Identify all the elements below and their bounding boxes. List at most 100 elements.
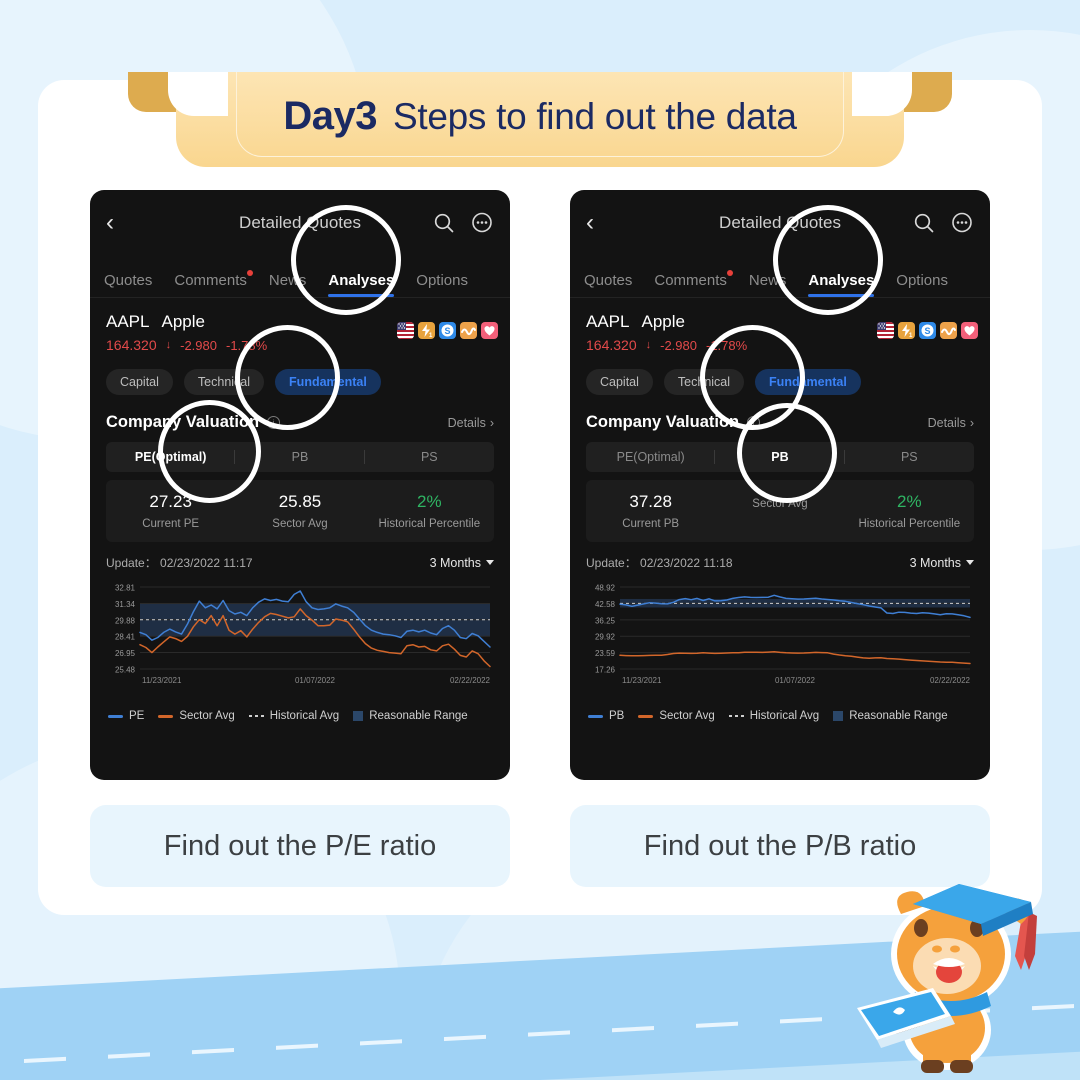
legend-item: Sector Avg — [638, 710, 715, 722]
back-button[interactable]: ‹ — [106, 211, 132, 235]
details-link[interactable]: Details › — [448, 416, 494, 430]
section-title: Company Valuation — [586, 413, 740, 431]
analysis-segments: Capital Technical Fundamental — [90, 353, 510, 395]
legend-label: Historical Avg — [269, 710, 340, 722]
info-icon[interactable]: i — [267, 416, 281, 429]
valuation-tab-pb[interactable]: PB — [715, 442, 845, 472]
legend-square-marker — [833, 711, 844, 721]
nav-actions — [432, 211, 494, 235]
segment-fundamental[interactable]: Fundamental — [275, 369, 381, 395]
stat-label: Historical Percentile — [378, 518, 481, 530]
stat-cell: 27.23 Current PE — [106, 492, 235, 530]
tab-news[interactable]: News — [269, 272, 307, 297]
tab-quotes[interactable]: Quotes — [104, 272, 152, 297]
us-flag-icon — [877, 322, 894, 339]
phone-panel-left: ‹ Detailed Quotes Quotes Comments News Analys… — [90, 190, 510, 780]
segment-capital[interactable]: Capital — [106, 369, 173, 395]
legend-label: Reasonable Range — [369, 710, 468, 722]
banner-text: Day3 Steps to find out the data — [128, 72, 952, 167]
down-arrow-icon: ↓ — [165, 339, 172, 351]
chart-container: 32.81 31.34 29.88 28.41 26.95 25.48 11/23/2021… — [90, 581, 510, 696]
waveform-icon — [460, 322, 477, 339]
segment-fundamental[interactable]: Fundamental — [755, 369, 861, 395]
stat-cell: 2% Historical Percentile — [845, 492, 974, 530]
legend-item: Reasonable Range — [833, 710, 948, 722]
details-link[interactable]: Details › — [928, 416, 974, 430]
segment-capital[interactable]: Capital — [586, 369, 653, 395]
valuation-tabs: PE(Optimal) PB PS — [586, 442, 974, 472]
legend-label: PE — [129, 710, 145, 722]
pb-chart: 48.92 42.58 36.25 29.92 23.59 17.26 11/23/2021… — [595, 584, 971, 685]
stat-label: Current PE — [142, 518, 200, 530]
more-dots-icon[interactable] — [950, 211, 974, 235]
legend-line-marker — [158, 714, 174, 718]
pe-chart: 32.81 31.34 29.88 28.41 26.95 25.48 11/23/2021… — [115, 584, 491, 685]
tab-comments[interactable]: Comments — [174, 270, 253, 297]
valuation-tab-pb[interactable]: PB — [235, 442, 365, 472]
legend-item: Historical Avg — [248, 710, 340, 722]
chevron-down-icon — [486, 560, 494, 565]
stock-change-percent: -1.78% — [705, 337, 748, 353]
tab-options[interactable]: Options — [416, 272, 468, 297]
stat-label: Current PB — [622, 518, 680, 530]
legend-line-marker — [588, 714, 603, 718]
svg-text:02/22/2022: 02/22/2022 — [930, 676, 971, 685]
segment-technical[interactable]: Technical — [183, 369, 265, 395]
caption-pill-right: Find out the P/B ratio — [570, 805, 990, 887]
valuation-tab-ps[interactable]: PS — [845, 442, 974, 472]
search-icon[interactable] — [432, 211, 456, 235]
legend-line-marker — [108, 714, 123, 718]
svg-text:23.59: 23.59 — [595, 649, 616, 658]
update-row: Update： 02/23/2022 11:17 3 Months — [90, 542, 510, 571]
legend-label: Historical Avg — [749, 710, 820, 722]
section-title: Company Valuation — [106, 413, 260, 431]
segment-technical[interactable]: Technical — [663, 369, 745, 395]
range-picker[interactable]: 3 Months — [910, 556, 974, 570]
range-picker[interactable]: 3 Months — [430, 556, 494, 570]
stat-cell: 25.85 Sector Avg — [235, 492, 364, 530]
stat-value: 27.23 — [149, 492, 192, 511]
svg-text:32.81: 32.81 — [115, 584, 136, 593]
stock-header: AAPL Apple 164.320 ↓ -2.980 -1.78% 1 S — [90, 298, 510, 353]
valuation-tab-peoptimal[interactable]: PE(Optimal) — [586, 442, 716, 472]
down-arrow-icon: ↓ — [645, 339, 652, 351]
back-button[interactable]: ‹ — [586, 211, 612, 235]
stock-quote: 164.320 ↓ -2.980 -1.78% — [586, 337, 974, 353]
tab-news[interactable]: News — [749, 272, 787, 297]
valuation-tabs: PE(Optimal) PB PS — [106, 442, 494, 472]
tab-quotes[interactable]: Quotes — [584, 272, 632, 297]
tab-comments[interactable]: Comments — [654, 270, 733, 297]
stock-change-percent: -1.78% — [225, 337, 268, 353]
update-text: Update： 02/23/2022 11:17 — [106, 554, 253, 571]
legend-dotted-marker — [248, 715, 264, 717]
stock-change: -2.980 — [660, 337, 697, 353]
chevron-right-icon: › — [969, 415, 974, 430]
info-icon[interactable]: i — [747, 416, 761, 429]
valuation-tab-peoptimal[interactable]: PE(Optimal) — [106, 442, 236, 472]
dollar-s-icon: S — [919, 322, 936, 339]
stock-price: 164.320 — [586, 337, 637, 353]
svg-text:S: S — [924, 326, 930, 336]
stock-name: Apple — [641, 312, 685, 331]
stat-value: 37.28 — [629, 492, 672, 511]
tab-bar: Quotes Comments News Analyses Options — [570, 256, 990, 298]
tab-analyses[interactable]: Analyses — [328, 272, 394, 297]
tab-options[interactable]: Options — [896, 272, 948, 297]
section-header: Company Valuation i Details › — [90, 395, 510, 432]
chevron-down-icon — [966, 560, 974, 565]
search-icon[interactable] — [912, 211, 936, 235]
range-label: 3 Months — [909, 555, 961, 570]
stat-cell: 37.28 Current PB — [586, 492, 715, 530]
update-row: Update： 02/23/2022 11:18 3 Months — [570, 542, 990, 571]
legend-label: PB — [609, 710, 625, 722]
legend-item: Reasonable Range — [353, 710, 468, 722]
svg-text:25.48: 25.48 — [115, 666, 136, 675]
more-dots-icon[interactable] — [470, 211, 494, 235]
valuation-tab-ps[interactable]: PS — [365, 442, 494, 472]
notification-dot — [726, 270, 733, 276]
legend-item: Sector Avg — [158, 710, 235, 722]
stock-quote: 164.320 ↓ -2.980 -1.78% — [106, 337, 494, 353]
svg-text:1: 1 — [909, 333, 913, 339]
tab-analyses[interactable]: Analyses — [808, 272, 874, 297]
legend-square-marker — [353, 711, 364, 721]
